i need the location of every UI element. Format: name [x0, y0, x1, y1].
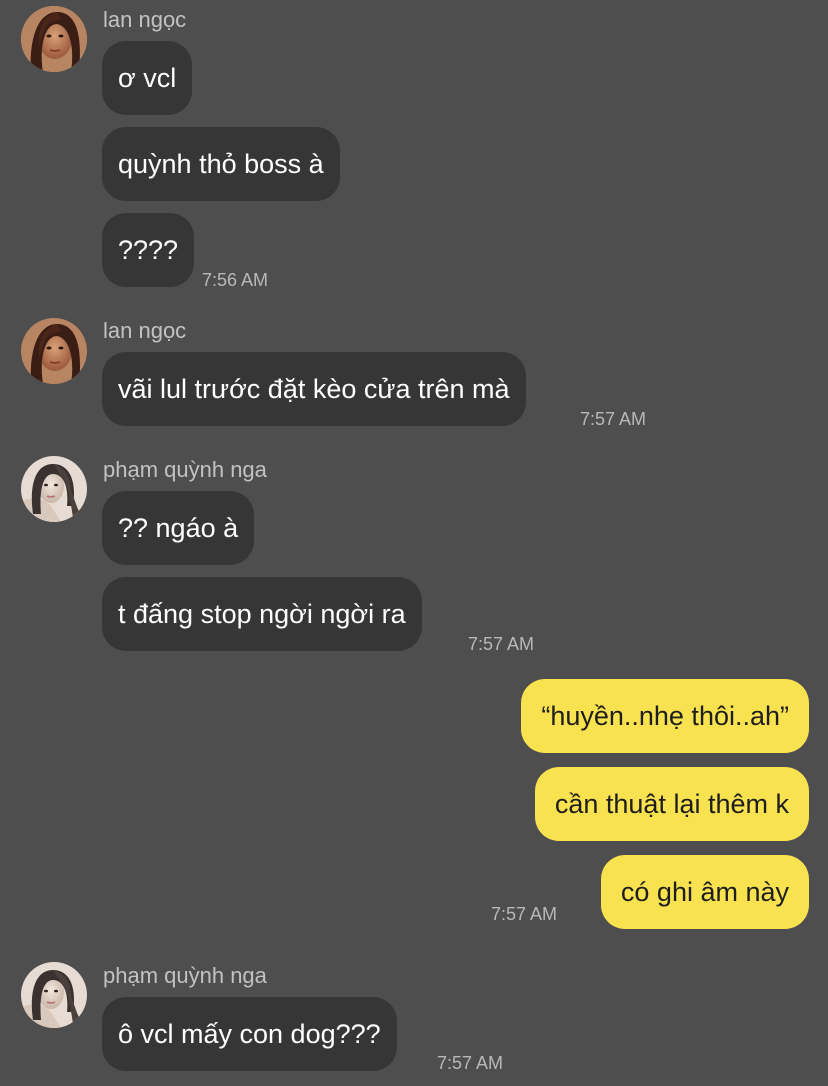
chat-thread: lan ngọc ơ vcl quỳnh thỏ boss à ???? 7:5… [0, 0, 828, 1086]
avatar-lan-ngoc[interactable] [21, 318, 87, 384]
message-timestamp: 7:57 AM [580, 409, 647, 429]
sender-name: lan ngọc [103, 318, 187, 343]
message-bubble[interactable]: ???? [102, 213, 195, 287]
message-timestamp: 7:57 AM [437, 1053, 504, 1073]
message-bubble[interactable]: quỳnh thỏ boss à [102, 127, 340, 201]
message-bubble[interactable]: vãi lul trước đặt kèo cửa trên mà [102, 352, 526, 426]
outgoing-message-bubble[interactable]: có ghi âm này [600, 855, 809, 929]
message-bubble[interactable]: ơ vcl [102, 41, 193, 115]
sender-name: lan ngọc [103, 7, 187, 32]
message-bubble[interactable]: t đấng stop ngời ngời ra [102, 577, 422, 651]
message-bubble[interactable]: ô vcl mấy con dog??? [102, 997, 397, 1071]
outgoing-message-bubble[interactable]: “huyền..nhẹ thôi..ah” [521, 679, 809, 753]
outgoing-message-bubble[interactable]: cần thuật lại thêm k [534, 767, 809, 841]
avatar-pham-quynh-nga[interactable] [21, 456, 87, 522]
message-timestamp: 7:56 AM [202, 270, 269, 290]
message-timestamp: 7:57 AM [468, 634, 535, 654]
sender-name: phạm quỳnh nga [103, 457, 267, 482]
message-timestamp: 7:57 AM [491, 904, 558, 924]
avatar-pham-quynh-nga[interactable] [21, 962, 87, 1028]
message-bubble[interactable]: ?? ngáo à [102, 491, 255, 565]
sender-name: phạm quỳnh nga [103, 963, 267, 988]
avatar-lan-ngoc[interactable] [21, 6, 87, 72]
